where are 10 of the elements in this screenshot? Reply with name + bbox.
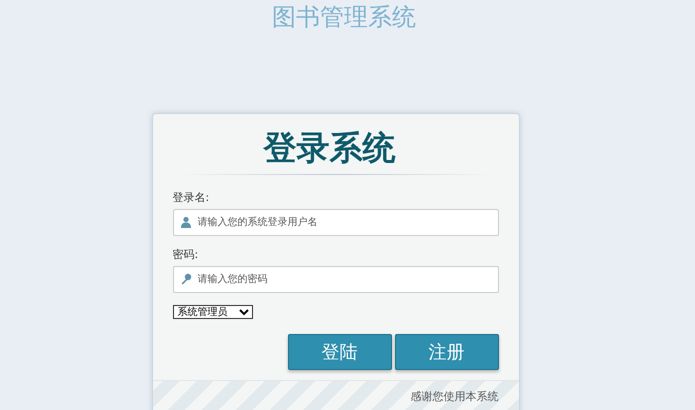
login-button[interactable]: 登陆 [288, 334, 392, 370]
register-button[interactable]: 注册 [394, 334, 498, 370]
field-label: 密码: [172, 248, 200, 262]
footer-text: 感谢您使用本系统 [410, 389, 498, 404]
page-title: 图书管理系统 [272, 2, 416, 33]
field-label: 登录名: [172, 191, 210, 205]
role-select[interactable]: 系统管理员 [172, 305, 252, 319]
password-field[interactable]: 请输入您的密码 [172, 266, 498, 293]
card-heading: 登录系统 [262, 127, 396, 168]
username-field[interactable]: 请输入您的系统登录用户名 [172, 209, 498, 236]
